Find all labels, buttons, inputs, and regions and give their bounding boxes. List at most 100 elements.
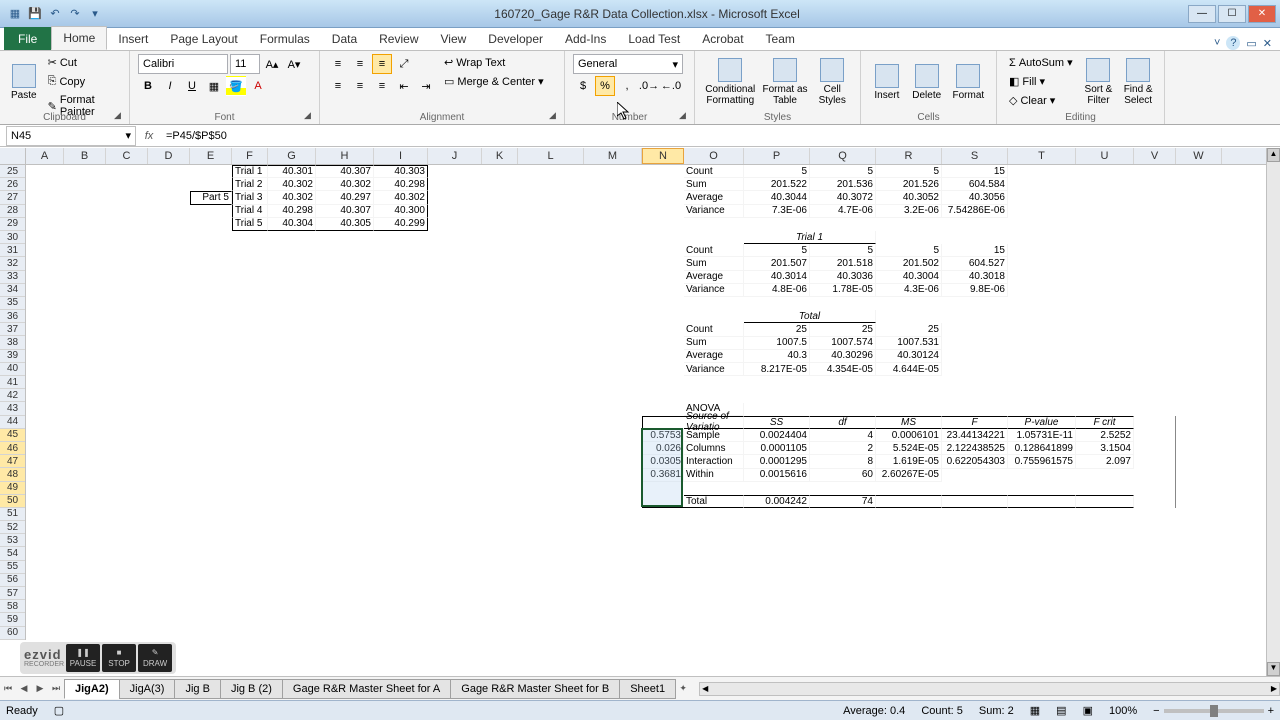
cell-Q37[interactable]: 25 [810,323,876,336]
col-header-Q[interactable]: Q [810,148,876,164]
row-header-32[interactable]: 32 [0,257,25,270]
col-header-O[interactable]: O [684,148,744,164]
cell-Q34[interactable]: 1.78E-05 [810,284,876,297]
col-header-F[interactable]: F [232,148,268,164]
increase-decimal-icon[interactable]: .0→ [639,76,659,96]
zoom-out-icon[interactable]: − [1153,705,1159,717]
col-header-N[interactable]: N [642,148,684,164]
cell-Q38[interactable]: 1007.574 [810,337,876,350]
view-normal-icon[interactable]: ▦ [1030,704,1040,717]
row-header-57[interactable]: 57 [0,587,25,600]
formula-bar[interactable]: =P45/$P$50 [162,130,1280,142]
shrink-font-icon[interactable]: A▾ [284,54,304,74]
cell-R40[interactable]: 4.644E-05 [876,363,942,376]
ezvid-stop-button[interactable]: ■STOP [102,644,136,672]
cell-R26[interactable]: 201.526 [876,178,942,191]
maximize-button[interactable]: ☐ [1218,5,1246,23]
row-header-29[interactable]: 29 [0,218,25,231]
cell-F29[interactable]: Trial 5 [232,218,268,231]
row-header-33[interactable]: 33 [0,271,25,284]
cell-Q39[interactable]: 40.30296 [810,350,876,363]
row-header-27[interactable]: 27 [0,191,25,204]
cell-E27[interactable]: Part 5 [190,191,232,204]
cell-I26[interactable]: 40.298 [374,178,428,191]
col-header-B[interactable]: B [64,148,106,164]
delete-cells-button[interactable]: Delete [909,54,945,110]
fill-color-button[interactable]: 🪣 [226,76,246,96]
col-header-V[interactable]: V [1134,148,1176,164]
col-header-A[interactable]: A [26,148,64,164]
col-header-I[interactable]: I [374,148,428,164]
tab-page-layout[interactable]: Page Layout [159,28,248,50]
cell-I27[interactable]: 40.302 [374,191,428,204]
col-header-E[interactable]: E [190,148,232,164]
scroll-down-icon[interactable]: ▼ [1267,662,1280,676]
cell-R25[interactable]: 5 [876,165,942,178]
cell-Q33[interactable]: 40.3036 [810,271,876,284]
cell-R38[interactable]: 1007.531 [876,337,942,350]
cell-O26[interactable]: Sum [684,178,744,191]
percent-format-icon[interactable]: % [595,76,615,96]
format-cells-button[interactable]: Format [949,54,988,110]
cell-O27[interactable]: Average [684,191,744,204]
sheet-nav-next[interactable]: ▶ [32,681,48,697]
font-size-select[interactable]: 11 [230,54,260,74]
cell-Q27[interactable]: 40.3072 [810,191,876,204]
row-header-34[interactable]: 34 [0,284,25,297]
tab-formulas[interactable]: Formulas [249,28,321,50]
col-header-T[interactable]: T [1008,148,1076,164]
minimize-ribbon-icon[interactable]: ˅ [1214,37,1220,49]
tab-acrobat[interactable]: Acrobat [691,28,754,50]
window-restore-icon[interactable]: ▭ [1246,37,1256,50]
cell-S34[interactable]: 9.8E-06 [942,284,1008,297]
cell-S31[interactable]: 15 [942,244,1008,257]
row-header-40[interactable]: 40 [0,363,25,376]
sheet-nav-last[interactable]: ⏭ [48,681,64,697]
cell-Q40[interactable]: 4.354E-05 [810,363,876,376]
row-header-56[interactable]: 56 [0,574,25,587]
sheet-tab-jiga2[interactable]: JigA2) [64,679,120,699]
format-as-table-button[interactable]: Format as Table [762,54,809,110]
tab-review[interactable]: Review [368,28,429,50]
cell-G25[interactable]: 40.301 [268,165,316,178]
row-header-55[interactable]: 55 [0,561,25,574]
font-name-select[interactable]: Calibri [138,54,228,74]
cell-H25[interactable]: 40.307 [316,165,374,178]
sheet-tab-jigb[interactable]: Jig B [174,679,220,699]
col-header-C[interactable]: C [106,148,148,164]
cell-Q32[interactable]: 201.518 [810,257,876,270]
name-box[interactable]: N45▾ [6,126,136,146]
merge-center-button[interactable]: ▭Merge & Center ▾ [440,73,548,90]
sheet-tab-gagerrmastersheetforb[interactable]: Gage R&R Master Sheet for B [450,679,620,699]
increase-indent-icon[interactable]: ⇥ [416,76,436,96]
tab-insert[interactable]: Insert [107,28,159,50]
cell-Q25[interactable]: 5 [810,165,876,178]
sort-filter-button[interactable]: Sort & Filter [1081,54,1117,110]
autosum-button[interactable]: ΣAutoSum ▾ [1005,54,1077,71]
zoom-in-icon[interactable]: + [1268,705,1274,717]
cell-P32[interactable]: 201.507 [744,257,810,270]
col-header-W[interactable]: W [1176,148,1222,164]
cell-S28[interactable]: 7.54286E-06 [942,205,1008,218]
row-header-36[interactable]: 36 [0,310,25,323]
view-layout-icon[interactable]: ▤ [1056,704,1066,717]
cell-H26[interactable]: 40.302 [316,178,374,191]
decrease-decimal-icon[interactable]: ←.0 [661,76,681,96]
cell-P37[interactable]: 25 [744,323,810,336]
cell-R33[interactable]: 40.3004 [876,271,942,284]
col-header-S[interactable]: S [942,148,1008,164]
font-launcher[interactable]: ◢ [304,110,316,122]
grow-font-icon[interactable]: A▴ [262,54,282,74]
row-header-28[interactable]: 28 [0,205,25,218]
cell-F25[interactable]: Trial 1 [232,165,268,178]
cell-G29[interactable]: 40.304 [268,218,316,231]
cell-R39[interactable]: 40.30124 [876,350,942,363]
wrap-text-button[interactable]: ↩Wrap Text [440,54,548,71]
cell-P28[interactable]: 7.3E-06 [744,205,810,218]
cell-O33[interactable]: Average [684,271,744,284]
scroll-up-icon[interactable]: ▲ [1267,148,1280,162]
row-header-50[interactable]: 50 [0,495,25,508]
align-right-icon[interactable]: ≡ [372,76,392,96]
macro-record-icon[interactable]: ▢ [54,704,64,717]
row-header-60[interactable]: 60 [0,627,25,640]
